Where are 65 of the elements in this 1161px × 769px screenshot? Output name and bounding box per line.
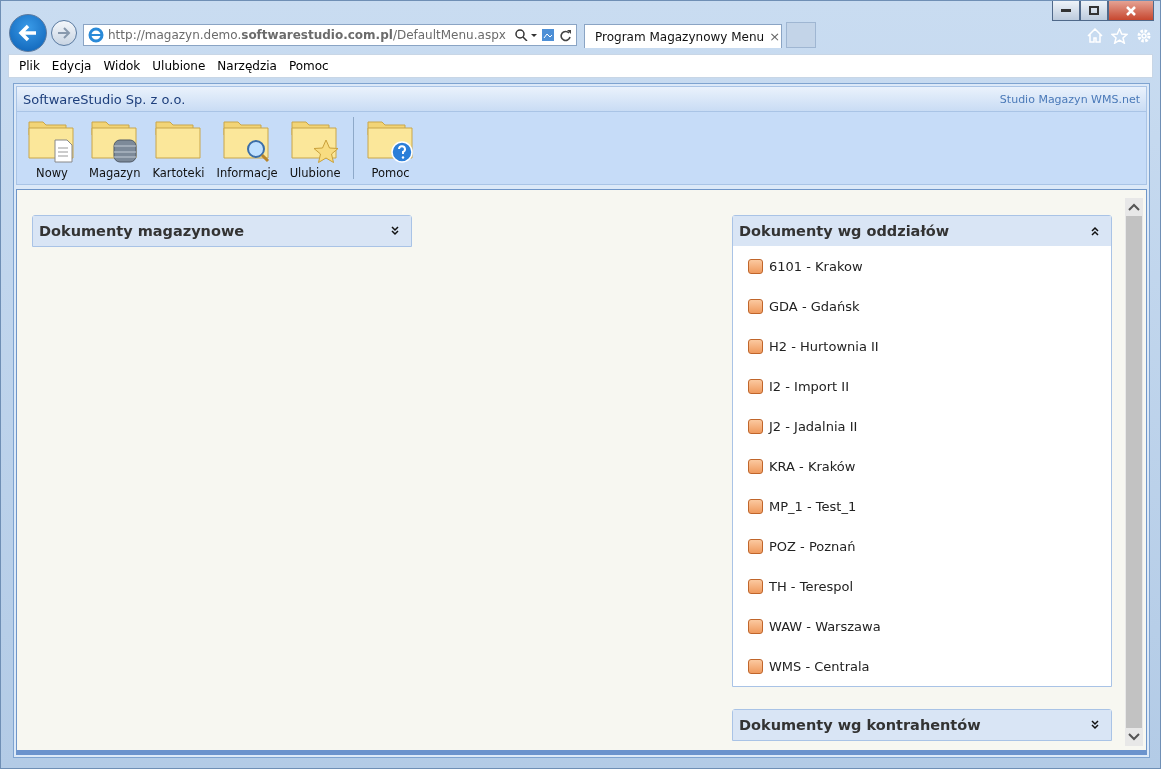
minimize-button[interactable] [1052, 1, 1080, 21]
forward-arrow-icon [57, 27, 71, 39]
company-name: SoftwareStudio Sp. z o.o. [23, 91, 186, 107]
branch-square-icon [748, 578, 763, 594]
toolbar-button[interactable]: Pomoc [359, 116, 422, 180]
branch-square-icon [748, 498, 763, 514]
panel-title: Dokumenty wg oddziałów [739, 223, 950, 239]
toggle-button[interactable] [1089, 225, 1101, 237]
browser-tab[interactable]: Program Magazynowy Menu × [584, 24, 782, 48]
branch-link[interactable]: GDA - Gdańsk [769, 298, 860, 314]
branch-square-icon [748, 378, 763, 394]
close-icon [1126, 5, 1136, 16]
branch-link[interactable]: WAW - Warszawa [769, 618, 881, 634]
branch-link[interactable]: WMS - Centrala [769, 658, 870, 674]
branch-square-icon [748, 538, 763, 554]
branch-link[interactable]: I2 - Import II [769, 378, 849, 394]
address-url: http://magazyn.demo.softwarestudio.com.pl/DefaultMenu.aspx [108, 28, 507, 42]
toolbar-button[interactable]: Nowy [21, 116, 83, 180]
branch-link[interactable]: H2 - Hurtownia II [769, 338, 879, 354]
scrollbar[interactable] [1125, 198, 1143, 746]
scroll-thumb[interactable] [1126, 216, 1142, 728]
maximize-icon [1089, 6, 1099, 15]
search-icon[interactable] [515, 29, 537, 41]
branch-square-icon [748, 458, 763, 474]
menu-item[interactable]: Pomoc [282, 59, 335, 73]
branch-square-icon [748, 258, 763, 274]
toolbar-button[interactable]: Ulubione [283, 116, 347, 180]
address-bar[interactable]: http://magazyn.demo.softwarestudio.com.pl/DefaultMenu.aspx [83, 24, 577, 46]
menu-item[interactable]: Narzędzia [211, 59, 283, 73]
back-button[interactable] [9, 14, 47, 52]
branch-square-icon [748, 618, 763, 634]
branch-square-icon [748, 338, 763, 354]
branch-link[interactable]: 6101 - Krakow [769, 258, 863, 274]
toggle-button[interactable] [1089, 719, 1101, 731]
toolbar-button[interactable]: Kartoteki [146, 116, 211, 180]
toggle-button[interactable] [389, 225, 401, 237]
branch-square-icon [748, 658, 763, 674]
menu-item[interactable]: Ulubione [146, 59, 212, 73]
back-arrow-icon [18, 24, 38, 42]
menu-item[interactable]: Plik [13, 59, 46, 73]
close-button[interactable] [1108, 1, 1154, 21]
expand-icon [1089, 719, 1101, 731]
branch-square-icon [748, 298, 763, 314]
product-name: Studio Magazyn WMS.net [999, 92, 1140, 106]
tab-close-button[interactable]: × [769, 29, 781, 44]
toolbar-button[interactable]: Magazyn [83, 116, 147, 180]
branch-link[interactable]: J2 - Jadalnia II [769, 418, 858, 434]
toolbar-button[interactable]: Informacje [210, 116, 284, 180]
panel-title: Dokumenty magazynowe [39, 223, 245, 239]
menu-item[interactable]: Widok [97, 59, 147, 73]
maximize-button[interactable] [1080, 1, 1108, 21]
expand-icon [389, 225, 401, 237]
minimize-icon [1061, 8, 1071, 13]
branch-square-icon [748, 418, 763, 434]
collapse-icon [1089, 225, 1101, 237]
branch-link[interactable]: KRA - Kraków [769, 458, 856, 474]
branch-link[interactable]: POZ - Poznań [769, 538, 856, 554]
refresh-icon[interactable] [559, 28, 572, 42]
tab-title: Program Magazynowy Menu [595, 29, 765, 44]
forward-button[interactable] [51, 20, 77, 46]
branch-link[interactable]: TH - Terespol [769, 578, 854, 594]
branch-link[interactable]: MP_1 - Test_1 [769, 498, 857, 514]
star-icon[interactable] [1111, 28, 1128, 44]
menu-item[interactable]: Edycja [45, 59, 98, 73]
panel-title: Dokumenty wg kontrahentów [739, 717, 981, 733]
